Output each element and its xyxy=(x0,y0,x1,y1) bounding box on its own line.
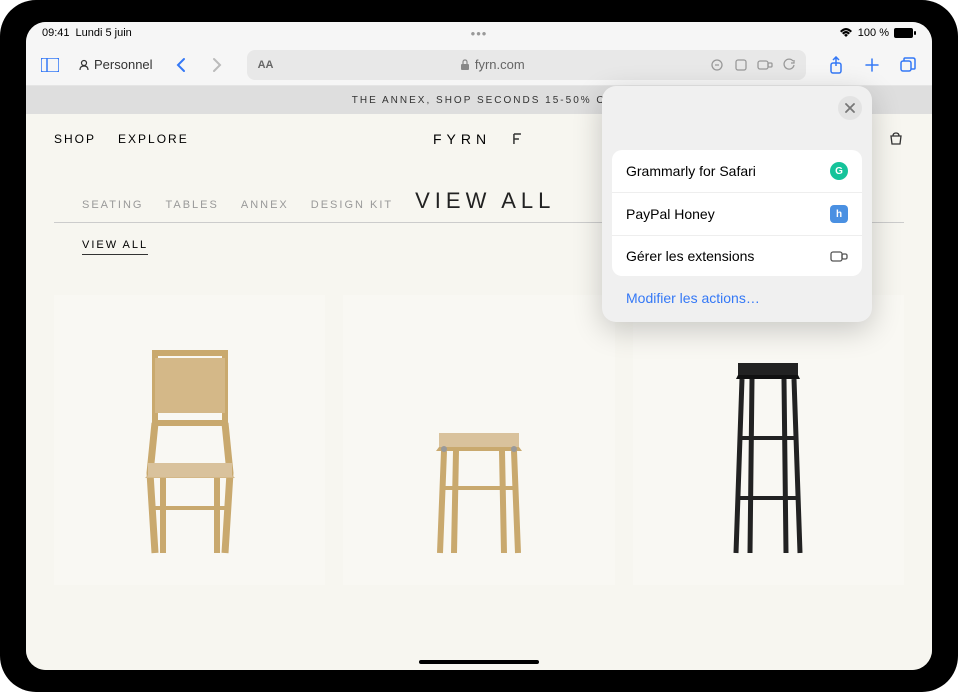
url-text: fyrn.com xyxy=(475,57,525,72)
profile-label: Personnel xyxy=(94,57,153,72)
back-button[interactable] xyxy=(167,51,195,79)
profile-button[interactable]: Personnel xyxy=(72,53,159,76)
grammarly-icon: G xyxy=(830,162,848,180)
safari-toolbar: Personnel AA fyrn.com xyxy=(26,44,932,86)
ipad-frame: 09:41 Lundi 5 juin ••• 100 % Per xyxy=(0,0,958,692)
cat-view-all[interactable]: VIEW ALL xyxy=(415,188,555,214)
puzzle-icon xyxy=(830,249,848,263)
nav-explore[interactable]: EXPLORE xyxy=(118,132,189,146)
product-card[interactable] xyxy=(343,295,614,585)
share-button[interactable] xyxy=(822,51,850,79)
battery-icon xyxy=(894,28,916,38)
close-button[interactable] xyxy=(838,96,862,120)
new-tab-button[interactable] xyxy=(858,51,886,79)
reader-icon[interactable] xyxy=(706,54,728,76)
extension-item-grammarly[interactable]: Grammarly for Safari G xyxy=(612,150,862,193)
extensions-list: Grammarly for Safari G PayPal Honey h Gé… xyxy=(612,150,862,276)
sidebar-button[interactable] xyxy=(36,51,64,79)
address-bar[interactable]: AA fyrn.com xyxy=(247,50,806,80)
extensions-icon[interactable] xyxy=(754,54,776,76)
extension-label: Grammarly for Safari xyxy=(626,163,756,179)
status-time: 09:41 xyxy=(42,27,70,39)
close-icon xyxy=(845,103,855,113)
tabs-button[interactable] xyxy=(894,51,922,79)
translate-icon[interactable] xyxy=(730,54,752,76)
battery-level: 100 % xyxy=(858,27,889,39)
extensions-popover: Grammarly for Safari G PayPal Honey h Gé… xyxy=(602,86,872,322)
status-dots: ••• xyxy=(471,26,488,41)
manage-label: Gérer les extensions xyxy=(626,248,754,264)
text-size-button[interactable]: AA xyxy=(247,59,285,71)
honey-icon: h xyxy=(830,205,848,223)
wifi-icon xyxy=(839,28,853,38)
home-indicator[interactable] xyxy=(419,660,539,664)
person-icon xyxy=(78,59,90,71)
cart-icon[interactable] xyxy=(888,131,904,147)
status-bar: 09:41 Lundi 5 juin ••• 100 % xyxy=(26,22,932,44)
cat-annex[interactable]: ANNEX xyxy=(241,199,289,211)
forward-button[interactable] xyxy=(203,51,231,79)
logo-mark-icon xyxy=(511,132,525,146)
manage-extensions-item[interactable]: Gérer les extensions xyxy=(612,236,862,276)
status-date: Lundi 5 juin xyxy=(76,27,132,39)
extension-label: PayPal Honey xyxy=(626,206,715,222)
product-card[interactable] xyxy=(633,295,904,585)
extension-item-honey[interactable]: PayPal Honey h xyxy=(612,193,862,236)
edit-actions-link[interactable]: Modifier les actions… xyxy=(612,276,862,312)
nav-shop[interactable]: SHOP xyxy=(54,132,96,146)
screen: 09:41 Lundi 5 juin ••• 100 % Per xyxy=(26,22,932,670)
reload-icon[interactable] xyxy=(778,54,800,76)
site-logo[interactable]: FYRN xyxy=(433,131,525,147)
cat-tables[interactable]: TABLES xyxy=(165,199,218,211)
lock-icon xyxy=(460,59,470,71)
product-card[interactable] xyxy=(54,295,325,585)
cat-seating[interactable]: SEATING xyxy=(82,199,143,211)
cat-design-kit[interactable]: DESIGN KIT xyxy=(311,199,393,211)
